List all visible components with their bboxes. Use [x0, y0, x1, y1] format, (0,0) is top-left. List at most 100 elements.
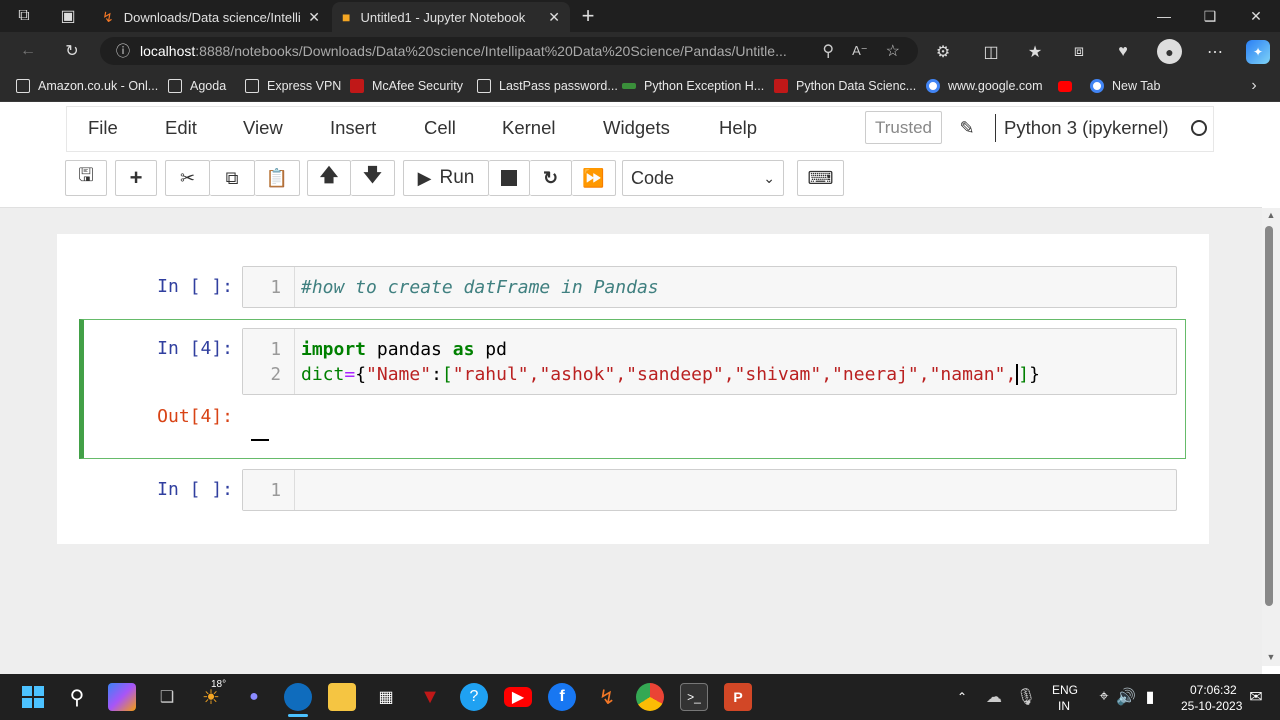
collections-icon[interactable]: ⧈ — [1068, 41, 1090, 63]
chrome-icon[interactable] — [636, 683, 664, 711]
youtube-taskbar-icon[interactable]: ▶ — [504, 687, 532, 707]
browser-essentials-icon[interactable]: ♥ — [1112, 41, 1134, 63]
window-close-icon[interactable]: ✕ — [1233, 0, 1279, 32]
stop-icon — [501, 170, 517, 186]
bookmark-python-data-science[interactable]: Python Data Scienc... — [774, 76, 916, 96]
url-text[interactable]: localhost:8888/notebooks/Downloads/Data%… — [140, 43, 822, 59]
facebook-icon[interactable]: f — [548, 683, 576, 711]
bookmark-expressvpn[interactable]: Express VPN — [245, 76, 341, 96]
battery-icon[interactable]: ▮ — [1136, 683, 1164, 711]
copilot-icon[interactable]: ✦ — [1246, 40, 1270, 64]
edge-icon[interactable] — [284, 683, 312, 711]
scissors-icon: ✂ — [179, 167, 196, 188]
cell-input-prompt: In [ ]: — [157, 479, 233, 500]
profile-avatar-icon[interactable]: ● — [1157, 39, 1182, 64]
bookmark-google[interactable]: www.google.com — [926, 76, 1043, 96]
code-editor[interactable]: 1 — [242, 469, 1177, 511]
clock-time[interactable]: 07:06:32 — [1190, 683, 1237, 697]
bookmark-python-exception[interactable]: Python Exception H... — [622, 76, 764, 96]
clock-date[interactable]: 25-10-2023 — [1181, 699, 1242, 713]
text-cursor: ] — [1016, 364, 1030, 385]
bookmark-page-icon — [245, 79, 259, 93]
more-menu-icon[interactable]: ⋯ — [1204, 41, 1226, 63]
favorites-icon[interactable]: ★ — [1024, 41, 1046, 63]
menu-cell[interactable]: Cell — [424, 117, 456, 139]
workspaces-icon[interactable]: ⧉ — [14, 6, 34, 26]
close-tab-icon[interactable]: ✕ — [548, 9, 560, 26]
restart-run-all-button[interactable]: ⏩ — [572, 160, 616, 196]
menu-kernel[interactable]: Kernel — [502, 117, 555, 139]
run-button[interactable]: ▶ Run — [403, 160, 489, 196]
restart-button[interactable]: ↻ — [530, 160, 572, 196]
jupyter-taskbar-icon[interactable]: ↯ — [593, 683, 621, 711]
cell-type-select[interactable]: Code ⌄ — [622, 160, 784, 196]
powerpoint-icon[interactable]: P — [724, 683, 752, 711]
menu-help[interactable]: Help — [719, 117, 757, 139]
copy-button[interactable]: ⧉ — [210, 160, 255, 196]
url-bar[interactable]: ⓘ localhost:8888/notebooks/Downloads/Dat… — [100, 37, 918, 65]
menu-insert[interactable]: Insert — [330, 117, 376, 139]
move-down-button[interactable]: 🡇 — [351, 160, 395, 196]
trusted-indicator[interactable]: Trusted — [865, 111, 942, 144]
notifications-icon[interactable]: ✉ — [1242, 683, 1270, 711]
file-explorer-icon[interactable] — [328, 683, 356, 711]
close-tab-icon[interactable]: ✕ — [308, 9, 320, 26]
refresh-icon[interactable]: ↻ — [60, 40, 84, 62]
bookmark-amazon[interactable]: Amazon.co.uk - Onl... — [16, 76, 158, 96]
help-icon[interactable]: ? — [460, 683, 488, 711]
favorite-star-icon[interactable]: ☆ — [886, 41, 900, 61]
cell-output-prompt: Out[4]: — [157, 406, 233, 427]
maximize-icon[interactable]: ❑ — [1187, 0, 1233, 32]
code-editor[interactable]: 1 2 import pandas as pd dict={"Name":["r… — [242, 328, 1177, 395]
menu-widgets[interactable]: Widgets — [603, 117, 670, 139]
insert-cell-button[interactable]: + — [115, 160, 157, 196]
save-button[interactable]: 🖫 — [65, 160, 107, 196]
teams-meet-icon[interactable]: ● — [240, 683, 268, 711]
zoom-icon[interactable]: ⚲ — [822, 41, 834, 61]
command-palette-button[interactable]: ⌨ — [797, 160, 844, 196]
scroll-up-icon[interactable]: ▲ — [1262, 208, 1280, 222]
tab-title: Untitled1 - Jupyter Notebook — [360, 9, 526, 25]
paste-button[interactable]: 📋 — [255, 160, 300, 196]
bookmark-agoda[interactable]: Agoda — [168, 76, 226, 96]
code-line-2: dict={"Name":["rahul","ashok","sandeep",… — [301, 364, 1040, 385]
onedrive-cloud-icon[interactable]: ☁ — [980, 683, 1008, 711]
edit-pencil-icon[interactable]: ✎ — [956, 117, 978, 139]
bookmark-youtube[interactable] — [1058, 76, 1080, 96]
mcafee-taskbar-icon[interactable]: ▼ — [416, 683, 444, 711]
bookmark-new-tab[interactable]: New Tab — [1090, 76, 1160, 96]
kernel-name[interactable]: Python 3 (ipykernel) — [1004, 117, 1169, 139]
extensions-icon[interactable]: ⚙ — [932, 41, 954, 63]
tab-actions-icon[interactable]: ▣ — [58, 6, 78, 26]
cut-button[interactable]: ✂ — [165, 160, 210, 196]
scroll-down-icon[interactable]: ▼ — [1262, 650, 1280, 664]
info-icon[interactable]: ⓘ — [116, 41, 130, 61]
menu-edit[interactable]: Edit — [165, 117, 197, 139]
copilot-taskbar-icon[interactable] — [108, 683, 136, 711]
show-hidden-icons-chevron-icon[interactable]: ⌃ — [948, 683, 976, 711]
read-aloud-icon[interactable]: A⁻ — [852, 43, 868, 59]
store-icon[interactable]: ▦ — [372, 683, 400, 711]
move-up-button[interactable]: 🡅 — [307, 160, 351, 196]
new-tab-icon[interactable]: + — [576, 3, 600, 28]
split-screen-icon[interactable]: ◫ — [980, 41, 1002, 63]
google-icon — [1090, 79, 1104, 93]
interrupt-button[interactable] — [489, 160, 530, 196]
terminal-icon[interactable]: >_ — [680, 683, 708, 711]
bookmarks-overflow-chevron-icon[interactable]: › — [1244, 76, 1264, 96]
code-editor[interactable]: 1 #how to create datFrame in Pandas — [242, 266, 1177, 308]
microphone-icon[interactable]: 🎙 — [1012, 683, 1040, 711]
menu-file[interactable]: File — [88, 117, 118, 139]
tab-untitled1[interactable]: ■ Untitled1 - Jupyter Notebook ✕ — [332, 2, 570, 32]
search-icon[interactable]: ⚲ — [63, 683, 91, 711]
tab-downloads[interactable]: ↯ Downloads/Data science/Intellipaat ✕ — [92, 2, 330, 32]
language-indicator[interactable]: ENG — [1052, 683, 1078, 697]
back-icon[interactable]: ← — [16, 40, 40, 62]
menu-view[interactable]: View — [243, 117, 283, 139]
start-windows-icon[interactable] — [19, 683, 47, 711]
task-view-icon[interactable]: ❑ — [153, 683, 181, 711]
bookmark-mcafee[interactable]: McAfee Security — [350, 76, 463, 96]
bookmark-lastpass[interactable]: LastPass password... — [477, 76, 618, 96]
scrollbar-thumb[interactable] — [1265, 226, 1273, 606]
minimize-icon[interactable]: — — [1141, 0, 1187, 32]
